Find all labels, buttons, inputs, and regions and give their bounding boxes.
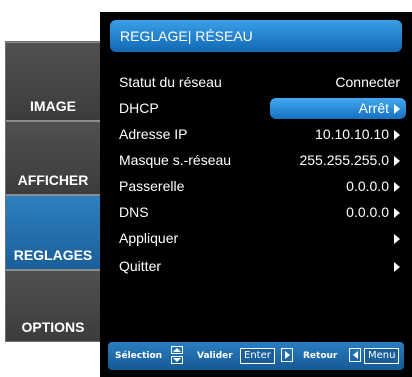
row-value[interactable]: 255.255.255.0: [299, 149, 400, 172]
dns-value: 0.0.0.0: [346, 204, 389, 220]
osd-panel: REGLAGE| RÉSEAU Statut du réseau Connect…: [100, 12, 412, 377]
help-bar: Sélection Valider Enter Retour Menu: [108, 342, 404, 370]
row-label: Passerelle: [119, 178, 185, 194]
row-label: DNS: [119, 204, 149, 220]
chevron-right-icon: [394, 103, 400, 114]
dhcp-value: Arrêt: [358, 100, 389, 116]
row-gateway[interactable]: Passerelle 0.0.0.0: [100, 175, 412, 198]
row-value[interactable]: 0.0.0.0: [346, 201, 400, 224]
row-label: Quitter: [119, 258, 162, 274]
row-network-status: Statut du réseau Connecter: [100, 71, 412, 94]
left-arrow-icon: [349, 348, 361, 362]
gateway-value: 0.0.0.0: [346, 178, 389, 194]
validate-help-text: Valider: [197, 351, 233, 361]
chevron-right-icon: [394, 181, 400, 192]
row-value[interactable]: [394, 255, 400, 278]
row-ip-address[interactable]: Adresse IP 10.10.10.10: [100, 123, 412, 146]
select-help-text: Sélection: [115, 351, 163, 361]
row-dhcp[interactable]: DHCP Arrêt: [100, 97, 412, 120]
row-dns[interactable]: DNS 0.0.0.0: [100, 201, 412, 224]
right-arrow-icon: [281, 348, 293, 362]
tab-reglages[interactable]: REGLAGES: [6, 196, 100, 269]
row-exit[interactable]: Quitter: [100, 255, 412, 278]
tab-reglages-label: REGLAGES: [13, 247, 93, 263]
tab-options-label: OPTIONS: [21, 319, 85, 335]
row-value: Connecter: [335, 71, 400, 94]
row-subnet-mask[interactable]: Masque s.-réseau 255.255.255.0: [100, 149, 412, 172]
back-help-text: Retour: [303, 351, 338, 361]
row-label: DHCP: [119, 100, 159, 116]
chevron-right-icon: [394, 233, 400, 244]
tab-options[interactable]: OPTIONS: [6, 271, 100, 341]
network-status-value: Connecter: [335, 74, 400, 90]
row-value[interactable]: Arrêt: [359, 97, 400, 120]
menu-title: REGLAGE| RÉSEAU: [110, 20, 402, 52]
tab-image[interactable]: IMAGE: [6, 43, 100, 120]
tab-afficher[interactable]: AFFICHER: [6, 122, 100, 194]
row-value[interactable]: 0.0.0.0: [346, 175, 400, 198]
row-label: Masque s.-réseau: [119, 152, 232, 168]
chevron-right-icon: [394, 207, 400, 218]
chevron-right-icon: [394, 261, 400, 272]
tab-afficher-label: AFFICHER: [17, 172, 89, 188]
chevron-right-icon: [394, 129, 400, 140]
menu-key: Menu: [364, 348, 400, 364]
row-value[interactable]: 10.10.10.10: [315, 123, 400, 146]
chevron-right-icon: [394, 155, 400, 166]
sidebar: IMAGE AFFICHER REGLAGES OPTIONS: [5, 41, 101, 342]
tab-image-label: IMAGE: [30, 98, 76, 114]
row-apply[interactable]: Appliquer: [100, 227, 412, 250]
subnet-mask-value: 255.255.255.0: [299, 152, 389, 168]
row-value[interactable]: [394, 227, 400, 250]
ip-address-value: 10.10.10.10: [315, 126, 389, 142]
enter-key: Enter: [240, 348, 275, 364]
row-label: Statut du réseau: [119, 74, 222, 90]
up-down-arrows-icon: [171, 346, 184, 366]
row-label: Adresse IP: [119, 126, 188, 142]
row-label: Appliquer: [119, 230, 179, 246]
